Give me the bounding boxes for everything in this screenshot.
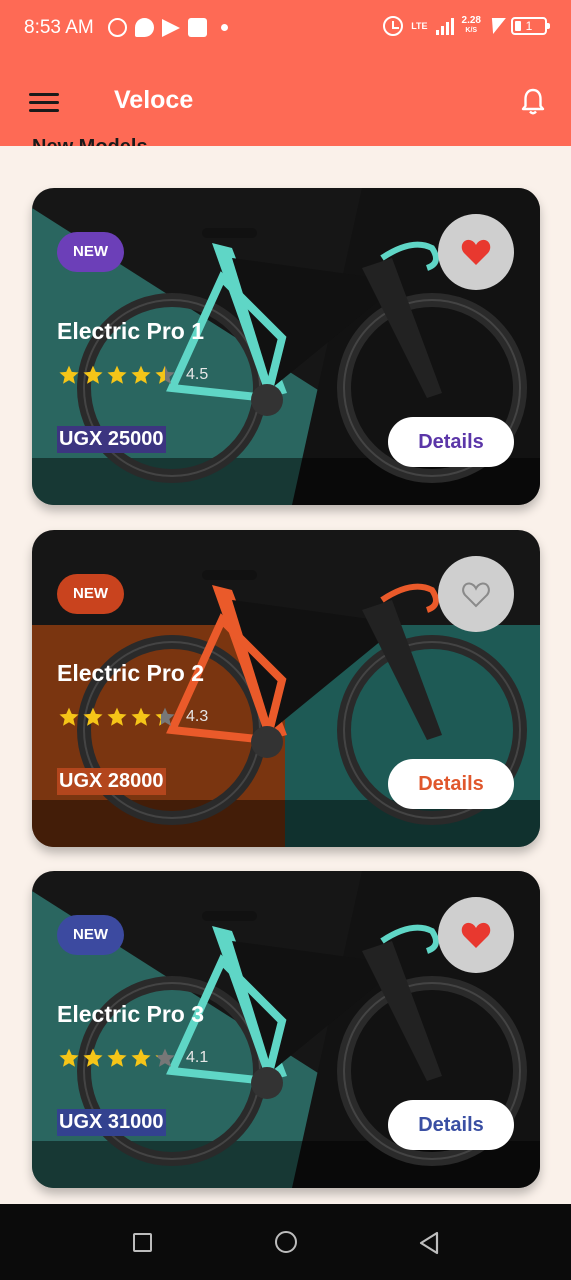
circle-home-icon[interactable] <box>275 1231 297 1253</box>
star-icon <box>155 1048 175 1067</box>
network-speed-unit: K/S <box>465 27 478 34</box>
more-notifications-dot-icon <box>221 24 228 31</box>
star-icon <box>107 1048 127 1067</box>
status-bar: 8:53 AM LTE 2.28 K/S 1 <box>0 0 571 58</box>
product-price: UGX 25000 <box>57 426 166 453</box>
network-speed-value: 2.28 <box>461 15 481 26</box>
star-icon <box>59 1048 79 1067</box>
star-icon <box>107 707 127 726</box>
heart-outline-icon <box>462 582 490 608</box>
new-badge: NEW <box>57 574 124 614</box>
star-icon <box>59 365 79 384</box>
product-name: Electric Pro 3 <box>57 1001 205 1027</box>
top-bar: 8:53 AM LTE 2.28 K/S 1 Veloce <box>0 0 571 146</box>
product-card[interactable]: NEW Electric Pro 1 4.5 UGX 25000 Details <box>32 188 540 505</box>
hamburger-menu-icon[interactable] <box>29 93 59 113</box>
product-name: Electric Pro 1 <box>57 318 205 344</box>
heart-filled-icon <box>461 239 491 265</box>
network-type: LTE <box>411 20 428 31</box>
product-card[interactable]: NEW Electric Pro 2 4.3 UGX 28000 Details <box>32 530 540 847</box>
alarm-icon <box>383 16 404 36</box>
heart-filled-icon <box>461 922 491 948</box>
signal-strength-icon <box>435 17 454 35</box>
star-icon <box>131 707 151 726</box>
details-button[interactable]: Details <box>388 417 514 467</box>
star-icon <box>131 1048 151 1067</box>
star-icon <box>83 1048 103 1067</box>
rating-stars: 4.1 <box>58 1047 208 1069</box>
battery-icon: 1 <box>511 17 550 35</box>
rating-value: 4.5 <box>186 366 209 383</box>
network-speed: 2.28 K/S <box>462 16 481 36</box>
favorite-button[interactable] <box>438 897 514 973</box>
telegram-icon <box>162 18 180 37</box>
app-title: Veloce <box>114 86 194 114</box>
battery-level: 1 <box>525 19 533 33</box>
favorite-button[interactable] <box>438 556 514 632</box>
system-navigation-bar <box>0 1204 571 1280</box>
bell-icon[interactable] <box>521 88 545 116</box>
rating-value: 4.3 <box>186 708 209 725</box>
status-time: 8:53 AM <box>24 17 94 38</box>
charging-bolt-icon <box>486 18 506 34</box>
rating-stars: 4.5 <box>58 364 208 386</box>
star-icon <box>155 365 175 384</box>
product-price: UGX 28000 <box>57 768 166 795</box>
product-price: UGX 31000 <box>57 1109 166 1136</box>
notification-icons <box>108 18 228 37</box>
details-button[interactable]: Details <box>388 1100 514 1150</box>
rating-value: 4.1 <box>186 1049 209 1066</box>
system-icons: LTE 2.28 K/S 1 <box>383 16 550 36</box>
star-icon <box>59 707 79 726</box>
star-icon <box>83 707 103 726</box>
chat-bubble-icon <box>135 18 154 37</box>
facebook-icon <box>108 18 127 37</box>
rating-stars: 4.3 <box>58 706 208 728</box>
app-bar: Veloce <box>0 58 571 146</box>
star-icon <box>107 365 127 384</box>
product-card[interactable]: NEW Electric Pro 3 4.1 UGX 31000 Details <box>32 871 540 1188</box>
details-button[interactable]: Details <box>388 759 514 809</box>
product-name: Electric Pro 2 <box>57 660 205 686</box>
star-icon <box>155 707 175 726</box>
new-badge: NEW <box>57 232 124 272</box>
triangle-back-icon[interactable] <box>418 1231 440 1255</box>
square-recent-apps-icon[interactable] <box>133 1233 152 1252</box>
star-icon <box>83 365 103 384</box>
star-icon <box>131 365 151 384</box>
contact-card-icon <box>188 18 207 37</box>
new-badge: NEW <box>57 915 124 955</box>
favorite-button[interactable] <box>438 214 514 290</box>
